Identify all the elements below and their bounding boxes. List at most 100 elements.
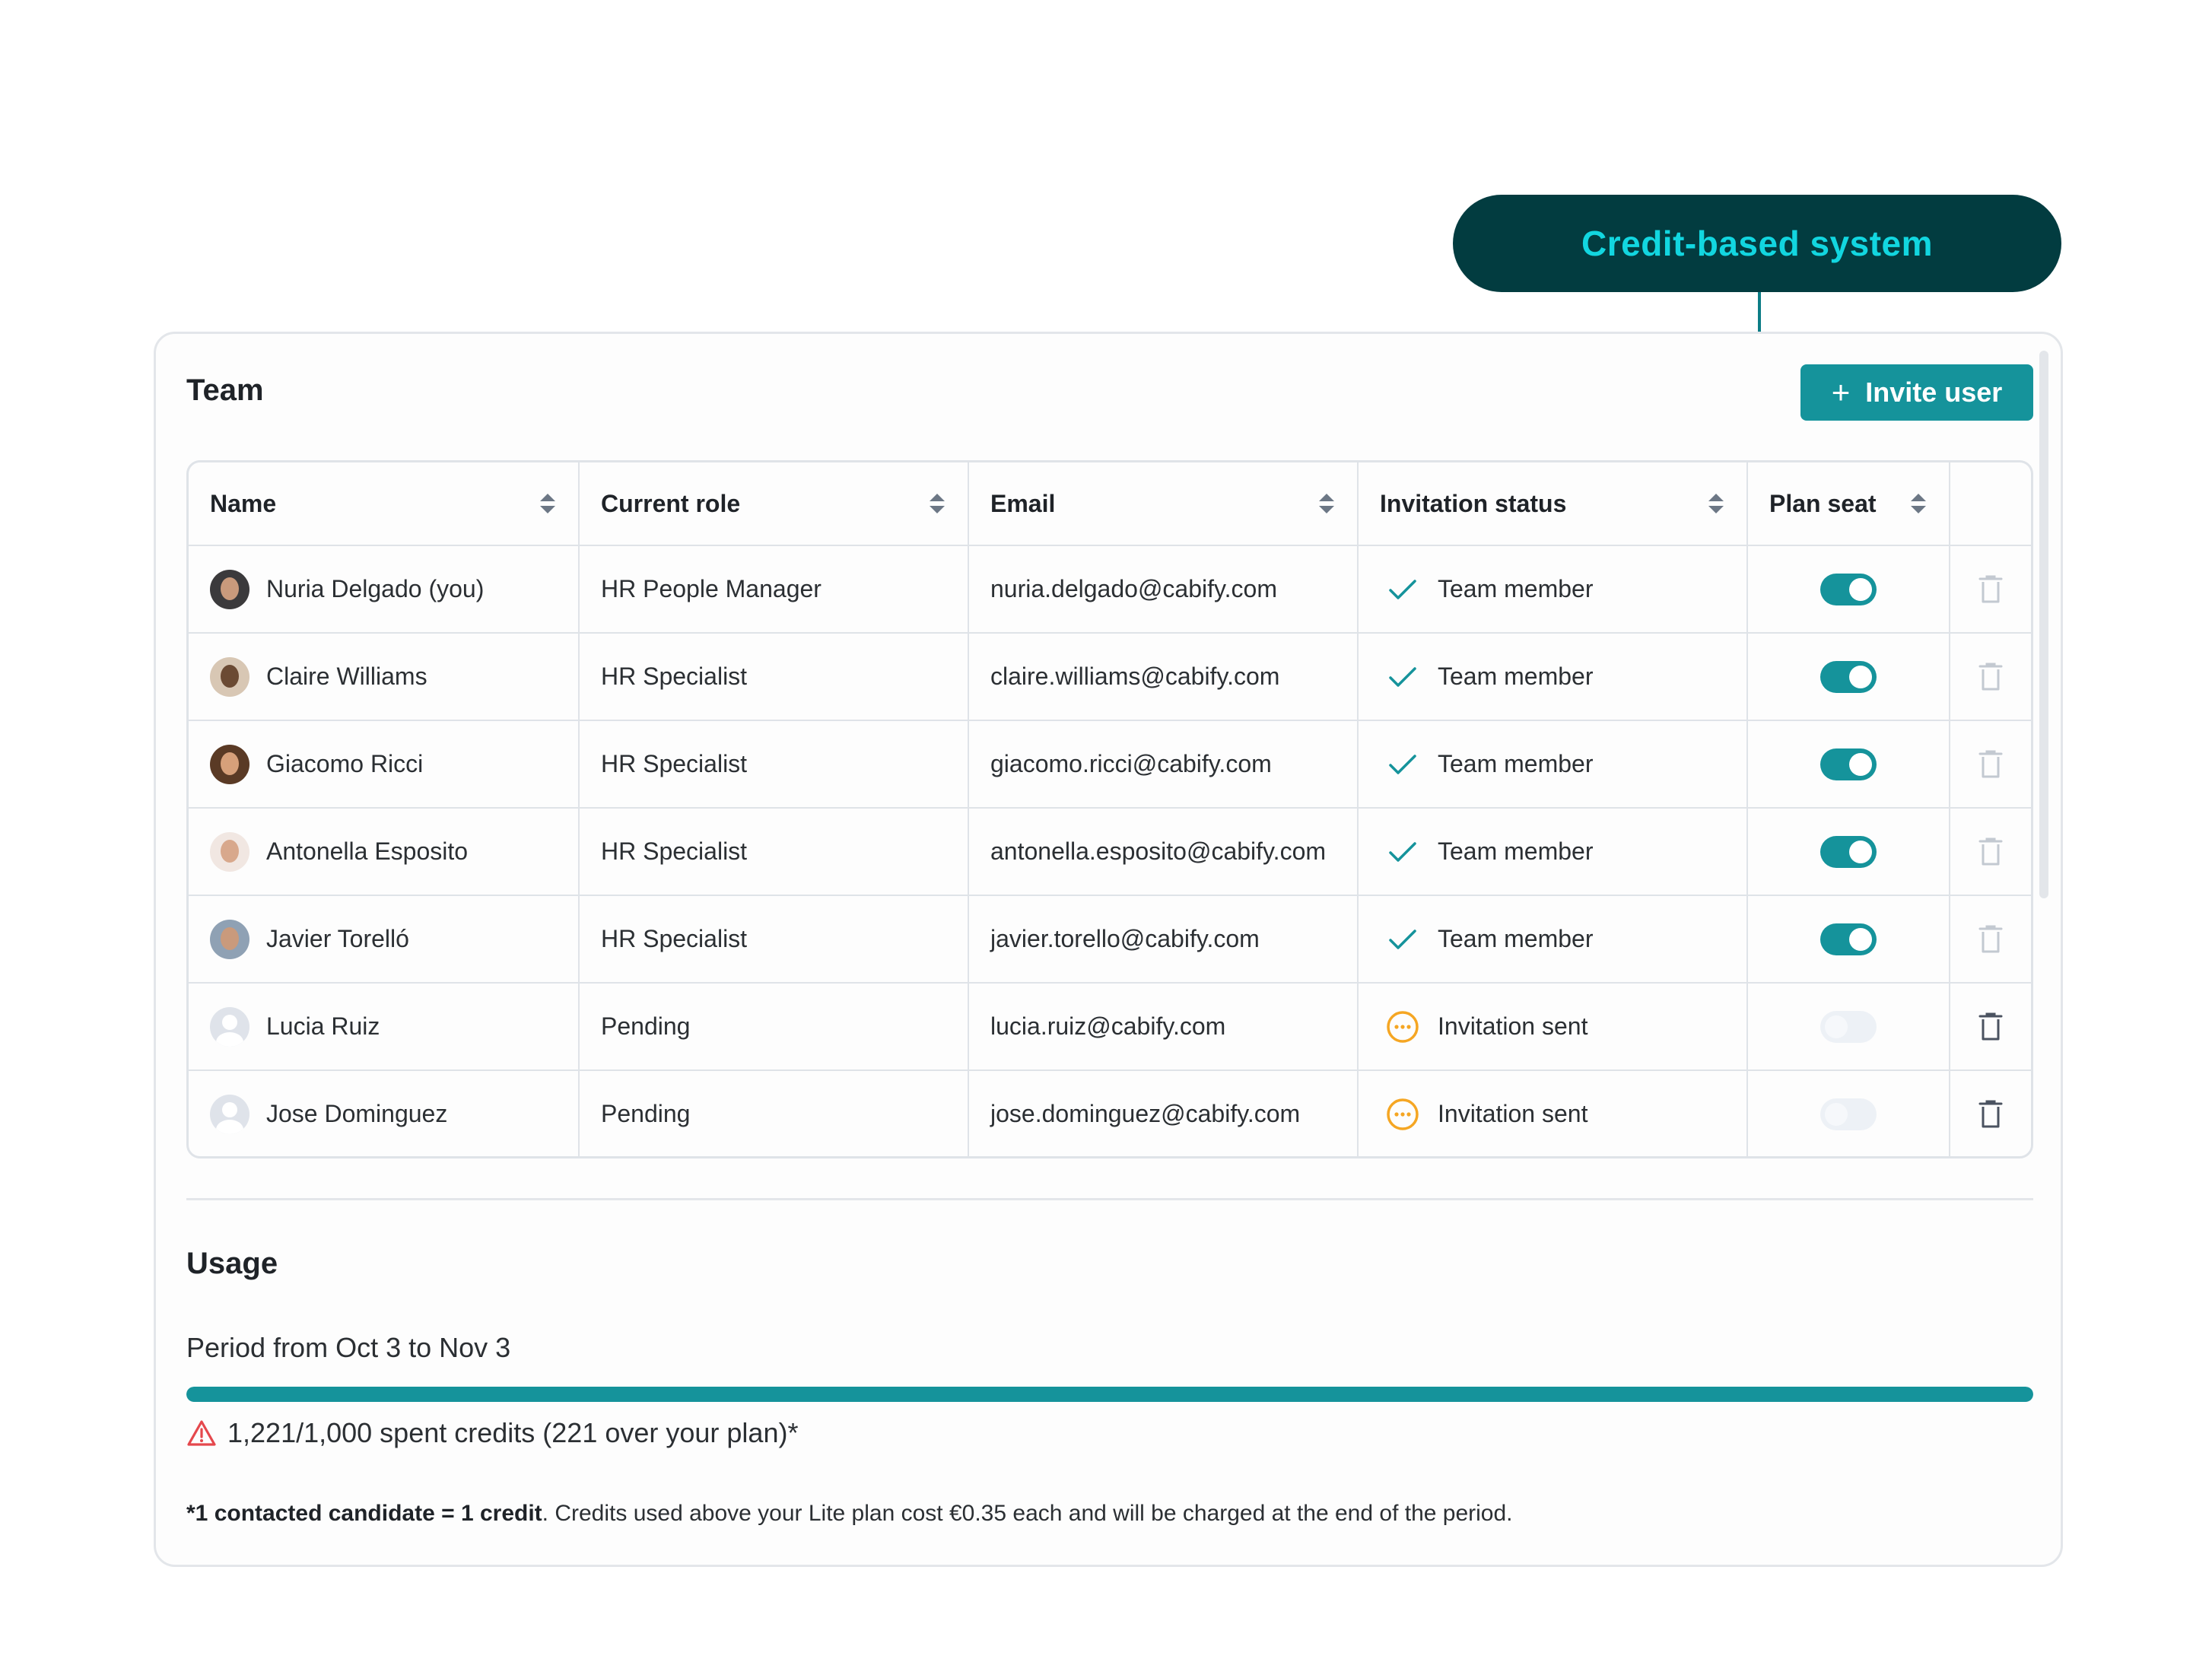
- footnote-rest: . Credits used above your Lite plan cost…: [542, 1501, 1513, 1526]
- column-header-label: Current role: [601, 489, 741, 517]
- role-cell: HR Specialist: [578, 809, 968, 895]
- credits-progress-bar: [186, 1387, 2033, 1402]
- invitation-status: Team member: [1438, 837, 1594, 865]
- email-cell: giacomo.ricci@cabify.com: [968, 721, 1357, 807]
- sort-icon[interactable]: [1911, 494, 1926, 513]
- status-cell: Team member: [1357, 721, 1746, 807]
- column-header-name[interactable]: Name: [189, 462, 578, 545]
- plan-seat-toggle[interactable]: [1820, 660, 1877, 693]
- plan-seat-toggle[interactable]: [1820, 835, 1877, 868]
- plan-seat-toggle[interactable]: [1820, 748, 1877, 780]
- table-row: Jose Dominguez Pending jose.dominguez@ca…: [189, 1069, 2031, 1156]
- delete-cell: [1949, 634, 2031, 720]
- invite-user-button[interactable]: + Invite user: [1800, 364, 2033, 421]
- plus-icon: +: [1831, 374, 1851, 410]
- column-header-invitation-status[interactable]: Invitation status: [1357, 462, 1746, 545]
- credits-footnote: *1 contacted candidate = 1 credit. Credi…: [186, 1501, 1513, 1527]
- email-cell: nuria.delgado@cabify.com: [968, 546, 1357, 632]
- delete-cell: [1949, 984, 2031, 1069]
- column-header-plan-seat[interactable]: Plan seat: [1746, 462, 1949, 545]
- usage-title: Usage: [186, 1247, 278, 1280]
- sort-icon[interactable]: [1319, 494, 1334, 513]
- role-cell: Pending: [578, 1071, 968, 1156]
- avatar: [210, 656, 249, 697]
- role-cell: HR Specialist: [578, 896, 968, 982]
- team-table: Name Current role Email Invitation statu…: [186, 460, 2033, 1158]
- status-cell: Invitation sent: [1357, 1071, 1746, 1156]
- user-name: Lucia Ruiz: [266, 1012, 380, 1040]
- user-name: Claire Williams: [266, 663, 427, 690]
- delete-cell: [1949, 896, 2031, 982]
- user-name: Antonella Esposito: [266, 837, 469, 865]
- role-cell: HR Specialist: [578, 634, 968, 720]
- footnote-bold: *1 contacted candidate = 1 credit: [186, 1501, 542, 1526]
- credits-progress-fill: [186, 1387, 2033, 1402]
- invitation-status: Invitation sent: [1438, 1100, 1588, 1127]
- status-cell: Team member: [1357, 809, 1746, 895]
- column-header-email[interactable]: Email: [968, 462, 1357, 545]
- team-card: Team + Invite user Name Current role Ema…: [154, 332, 2063, 1567]
- avatar: [210, 569, 249, 609]
- trash-icon[interactable]: [1978, 574, 2004, 605]
- avatar-placeholder: [210, 1006, 249, 1047]
- sort-icon[interactable]: [930, 494, 945, 513]
- check-icon: [1389, 841, 1416, 862]
- user-role: HR People Manager: [601, 575, 822, 602]
- invitation-status: Invitation sent: [1438, 1012, 1588, 1040]
- plan-seat-toggle[interactable]: [1820, 1098, 1877, 1130]
- user-email: jose.dominguez@cabify.com: [990, 1100, 1301, 1127]
- trash-icon[interactable]: [1978, 924, 2004, 955]
- user-email: claire.williams@cabify.com: [990, 663, 1280, 690]
- table-row: Javier Torelló HR Specialist javier.tore…: [189, 895, 2031, 982]
- user-email: antonella.esposito@cabify.com: [990, 837, 1327, 865]
- name-cell: Nuria Delgado (you): [189, 546, 578, 632]
- trash-icon[interactable]: [1978, 1099, 2004, 1130]
- role-cell: HR People Manager: [578, 546, 968, 632]
- warning-triangle-icon: [187, 1420, 216, 1446]
- user-email: nuria.delgado@cabify.com: [990, 575, 1277, 602]
- column-header-label: Invitation status: [1380, 489, 1567, 517]
- plan-seat-toggle[interactable]: [1820, 573, 1877, 605]
- table-row: Giacomo Ricci HR Specialist giacomo.ricc…: [189, 720, 2031, 807]
- pending-dots-icon: [1387, 1098, 1419, 1130]
- plan-seat-cell: [1746, 721, 1949, 807]
- user-role: HR Specialist: [601, 750, 748, 777]
- avatar: [210, 831, 249, 872]
- user-name: Jose Dominguez: [266, 1100, 448, 1127]
- invitation-status: Team member: [1438, 750, 1594, 777]
- invite-user-label: Invite user: [1865, 377, 2003, 408]
- sort-icon[interactable]: [540, 494, 555, 513]
- check-icon: [1389, 666, 1416, 687]
- column-header-role[interactable]: Current role: [578, 462, 968, 545]
- trash-icon[interactable]: [1978, 662, 2004, 692]
- user-role: HR Specialist: [601, 837, 748, 865]
- plan-seat-toggle[interactable]: [1820, 923, 1877, 955]
- column-header-actions: [1949, 462, 2031, 545]
- role-cell: Pending: [578, 984, 968, 1069]
- plan-seat-cell: [1746, 546, 1949, 632]
- trash-icon[interactable]: [1978, 837, 2004, 867]
- user-email: javier.torello@cabify.com: [990, 925, 1260, 952]
- invitation-status: Team member: [1438, 663, 1594, 690]
- status-cell: Team member: [1357, 896, 1746, 982]
- credit-system-callout: Credit-based system: [1453, 195, 2061, 292]
- status-cell: Invitation sent: [1357, 984, 1746, 1069]
- name-cell: Claire Williams: [189, 634, 578, 720]
- avatar: [210, 744, 249, 784]
- table-row: Nuria Delgado (you) HR People Manager nu…: [189, 545, 2031, 632]
- sort-icon[interactable]: [1708, 494, 1724, 513]
- trash-icon[interactable]: [1978, 1012, 2004, 1042]
- delete-cell: [1949, 809, 2031, 895]
- role-cell: HR Specialist: [578, 721, 968, 807]
- table-header-row: Name Current role Email Invitation statu…: [189, 462, 2031, 545]
- scrollbar[interactable]: [2039, 351, 2048, 898]
- user-role: HR Specialist: [601, 925, 748, 952]
- plan-seat-toggle[interactable]: [1820, 1010, 1877, 1043]
- user-name: Giacomo Ricci: [266, 750, 424, 777]
- trash-icon[interactable]: [1978, 749, 2004, 780]
- name-cell: Lucia Ruiz: [189, 984, 578, 1069]
- user-email: giacomo.ricci@cabify.com: [990, 750, 1272, 777]
- column-header-label: Email: [990, 489, 1056, 517]
- plan-seat-cell: [1746, 809, 1949, 895]
- email-cell: javier.torello@cabify.com: [968, 896, 1357, 982]
